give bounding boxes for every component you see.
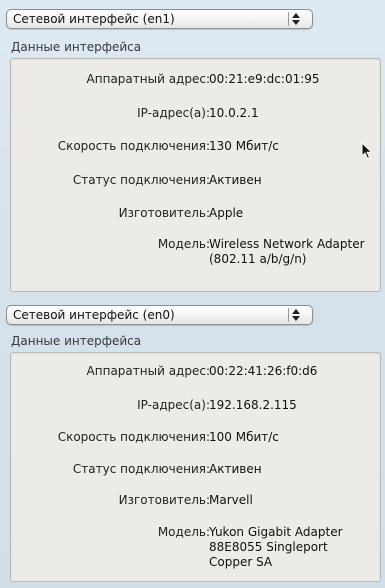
interface-popup-en0[interactable]: Сетевой интерфейс (en0) [6, 305, 313, 325]
detail-value: 192.168.2.115 [209, 398, 297, 412]
detail-label: Статус подключения: [72, 462, 210, 476]
detail-value: Активен [209, 462, 262, 476]
updown-arrows-icon [288, 12, 306, 26]
detail-label: Модель: [157, 237, 210, 251]
detail-value: 00:22:41:26:f0:d6 [209, 364, 318, 378]
detail-value: 10.0.2.1 [209, 106, 259, 120]
detail-label: IP-адрес(а): [137, 106, 210, 120]
interface-details-box: Аппаратный адрес: 00:21:e9:dc:01:95 IP-а… [10, 58, 381, 292]
detail-value: Marvell [209, 493, 253, 507]
detail-value: 100 Мбит/с [209, 430, 279, 444]
detail-label: Изготовитель: [118, 493, 210, 507]
detail-label: Аппаратный адрес: [86, 364, 210, 378]
mouse-pointer-icon [361, 141, 373, 164]
detail-label: Аппаратный адрес: [86, 72, 210, 86]
detail-value: 130 Мбит/с [209, 139, 279, 153]
interface-details-box: Аппаратный адрес: 00:22:41:26:f0:d6 IP-а… [10, 352, 381, 582]
detail-label: Скорость подключения: [57, 430, 210, 444]
detail-label: Статус подключения: [72, 173, 210, 187]
updown-arrows-icon [288, 308, 306, 322]
detail-label: IP-адрес(а): [137, 398, 210, 412]
detail-value: Wireless Network Adapter (802.11 a/b/g/n… [209, 237, 365, 266]
interface-popup-label: Сетевой интерфейс (en0) [13, 308, 175, 322]
interface-popup-en1[interactable]: Сетевой интерфейс (en1) [6, 9, 313, 29]
detail-value: Yukon Gigabit Adapter 88E8055 Singleport… [209, 525, 343, 569]
detail-value: 00:21:e9:dc:01:95 [209, 72, 320, 86]
detail-label: Модель: [157, 525, 210, 539]
detail-label: Изготовитель: [118, 206, 210, 220]
detail-label: Скорость подключения: [57, 139, 210, 153]
detail-value: Apple [209, 206, 244, 220]
detail-value: Активен [209, 173, 262, 187]
group-title: Данные интерфейса [11, 334, 142, 348]
interface-popup-label: Сетевой интерфейс (en1) [13, 12, 175, 26]
group-title: Данные интерфейса [11, 40, 142, 54]
